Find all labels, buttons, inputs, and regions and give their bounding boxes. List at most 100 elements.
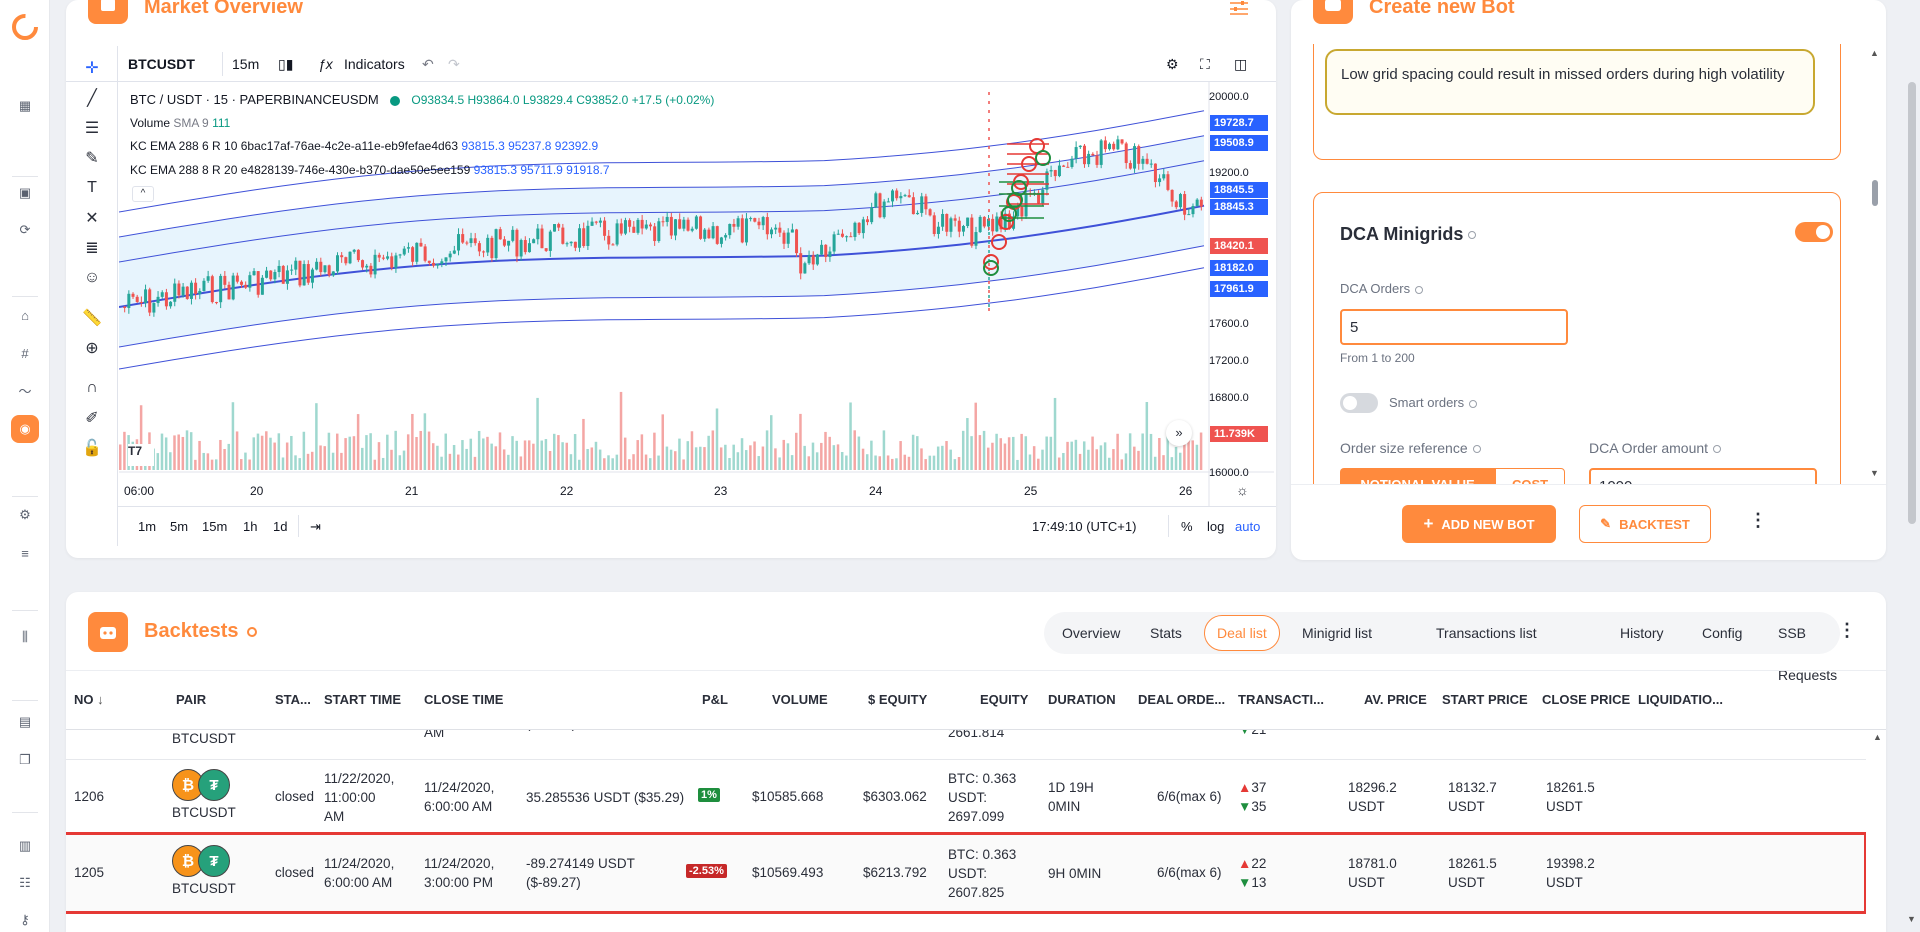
tab-transactions-list[interactable]: Transactions list: [1436, 612, 1537, 654]
indicators-icon[interactable]: ƒx: [318, 54, 333, 74]
col-close-price[interactable]: CLOSE PRICE: [1542, 692, 1630, 707]
wallet-icon[interactable]: ▣: [15, 183, 35, 203]
tab-overview[interactable]: Overview: [1062, 612, 1120, 654]
docs-icon[interactable]: ▥: [15, 836, 35, 856]
auto-scale-button[interactable]: auto: [1235, 519, 1260, 534]
settings-icon[interactable]: ⚙: [15, 505, 35, 525]
backtest-button[interactable]: ✎ BACKTEST: [1579, 505, 1711, 543]
backtests-menu-icon[interactable]: ⋮: [1838, 620, 1856, 641]
col-close-time[interactable]: CLOSE TIME: [424, 692, 503, 707]
trendline-icon[interactable]: ╱: [80, 86, 104, 110]
cost-option[interactable]: COST: [1495, 468, 1565, 484]
magnet-icon[interactable]: ∩: [80, 376, 104, 400]
smart-orders-toggle[interactable]: [1340, 393, 1378, 413]
col-pnl[interactable]: P&L: [702, 692, 728, 707]
interval-button[interactable]: 15m: [232, 54, 259, 74]
col-deal-orders[interactable]: DEAL ORDE...: [1138, 692, 1225, 707]
table-row[interactable]: 1206 ₿ ₮ BTCUSDT closed 11/22/2020, 11:00:00 AM…: [66, 760, 1866, 834]
tab-history[interactable]: History: [1620, 612, 1664, 654]
filter-icon[interactable]: ≡: [15, 543, 35, 563]
timeframe-1d[interactable]: 1d: [273, 519, 287, 534]
crosshair-icon[interactable]: ✛: [80, 56, 104, 80]
scroll-to-realtime-button[interactable]: »: [1166, 420, 1192, 446]
col-equity[interactable]: EQUITY: [980, 692, 1028, 707]
key-icon[interactable]: ⚷: [15, 910, 35, 930]
volume-bar: [1066, 441, 1069, 470]
redo-icon[interactable]: ↷: [448, 54, 460, 74]
brush-icon[interactable]: ✎: [80, 146, 104, 170]
dca-orders-input[interactable]: 5: [1340, 309, 1568, 345]
fullscreen-icon[interactable]: ⛶: [1200, 54, 1210, 74]
dca-minigrids-toggle[interactable]: [1795, 222, 1833, 242]
pattern-icon[interactable]: ✕: [80, 206, 104, 230]
tab-deal-list[interactable]: Deal list: [1204, 615, 1280, 651]
candle-body: [411, 247, 415, 262]
chat-icon[interactable]: ▤: [15, 712, 35, 732]
tab-minigrid-list[interactable]: Minigrid list: [1302, 612, 1372, 654]
chart-settings-icon[interactable]: ⚙: [1166, 54, 1179, 74]
create-bot-scroll[interactable]: Low grid spacing could result in missed …: [1313, 44, 1859, 484]
deal-table-body[interactable]: 1207₿₮BTCUSDTclosed4:30:00 AM10:45:00AM(…: [66, 730, 1866, 932]
fib-icon[interactable]: ≣: [80, 236, 104, 260]
col-no[interactable]: No ↓: [74, 692, 104, 707]
timeframe-15m[interactable]: 15m: [202, 519, 227, 534]
candle-body: [694, 216, 698, 229]
col-pair[interactable]: PAIR: [176, 692, 206, 707]
timeframe-5m[interactable]: 5m: [170, 519, 188, 534]
col-usd-equity[interactable]: $ EQUITY: [868, 692, 927, 707]
col-duration[interactable]: DURATION: [1048, 692, 1116, 707]
text-icon[interactable]: T: [80, 176, 104, 200]
more-options-icon[interactable]: ⋮: [1749, 510, 1767, 531]
channel-icon[interactable]: ☰: [80, 116, 104, 140]
volume-bar: [757, 456, 760, 470]
candle-type-icon[interactable]: ▯▮: [278, 54, 293, 74]
exchange-icon[interactable]: ⟳: [15, 220, 35, 240]
copy-icon[interactable]: ❐: [15, 750, 35, 770]
col-start-time[interactable]: START TIME: [324, 692, 401, 707]
close-time: AM: [424, 730, 445, 740]
indicators-button[interactable]: Indicators: [344, 54, 405, 74]
lock-drawings-icon[interactable]: ✐: [80, 406, 104, 430]
col-liquidation[interactable]: LIQUIDATIO...: [1638, 692, 1723, 707]
tab-ssb-requests[interactable]: SSB Requests: [1778, 612, 1840, 683]
tab-config[interactable]: Config: [1702, 612, 1742, 654]
axis-settings-icon[interactable]: ☼: [1236, 482, 1249, 498]
zoom-icon[interactable]: ⊕: [80, 336, 104, 360]
notional-value-option[interactable]: NOTIONAL VALUE: [1340, 468, 1495, 484]
col-volume[interactable]: VOLUME: [772, 692, 828, 707]
log-scale-button[interactable]: log: [1207, 519, 1224, 534]
emoji-icon[interactable]: ☺: [80, 266, 104, 290]
symbol-search[interactable]: BTCUSDT: [128, 54, 195, 74]
bots-icon[interactable]: ◉: [11, 415, 39, 443]
date-range-icon[interactable]: ⇥: [310, 519, 321, 535]
col-status[interactable]: STA...: [275, 692, 311, 707]
add-new-bot-button[interactable]: + ADD NEW BOT: [1402, 505, 1556, 543]
create-bot-scrollbar[interactable]: ▲ ▼: [1869, 48, 1881, 478]
table-row[interactable]: 1207₿₮BTCUSDTclosed4:30:00 AM10:45:00AM(…: [66, 730, 1866, 760]
table-scrollbar[interactable]: ▲: [1872, 732, 1884, 932]
unlock-icon[interactable]: 🔓: [80, 436, 104, 460]
dashboard-icon[interactable]: ▦: [15, 96, 35, 116]
sliders-icon[interactable]: [1229, 0, 1249, 16]
tab-stats[interactable]: Stats: [1150, 612, 1182, 654]
timeframe-1m[interactable]: 1m: [138, 519, 156, 534]
ruler-icon[interactable]: 📏: [80, 306, 104, 330]
users-icon[interactable]: ☷: [15, 873, 35, 893]
col-start-price[interactable]: START PRICE: [1442, 692, 1528, 707]
dca-amount-input[interactable]: 1000: [1589, 468, 1817, 484]
page-scrollbar[interactable]: ▼: [1906, 0, 1918, 932]
candles-icon[interactable]: ⫼: [15, 627, 35, 647]
timeframe-1h[interactable]: 1h: [243, 519, 257, 534]
app-logo-icon[interactable]: [12, 14, 38, 40]
col-avg-price[interactable]: AV. PRICE: [1364, 692, 1427, 707]
table-row[interactable]: 1205 ₿ ₮ BTCUSDT closed 11/24/2020, 6:00:00 AM…: [66, 832, 1866, 914]
percent-scale-button[interactable]: %: [1181, 519, 1193, 534]
chart-line-icon[interactable]: 〜: [15, 380, 35, 400]
bank-icon[interactable]: ⌂: [15, 305, 35, 325]
volume-bar: [811, 442, 815, 470]
collapse-legend-button[interactable]: ^: [132, 186, 154, 202]
grid-icon[interactable]: #: [15, 343, 35, 363]
col-transactions[interactable]: TRANSACTI...: [1238, 692, 1324, 707]
screenshot-icon[interactable]: ◫: [1234, 54, 1247, 74]
undo-icon[interactable]: ↶: [422, 54, 434, 74]
